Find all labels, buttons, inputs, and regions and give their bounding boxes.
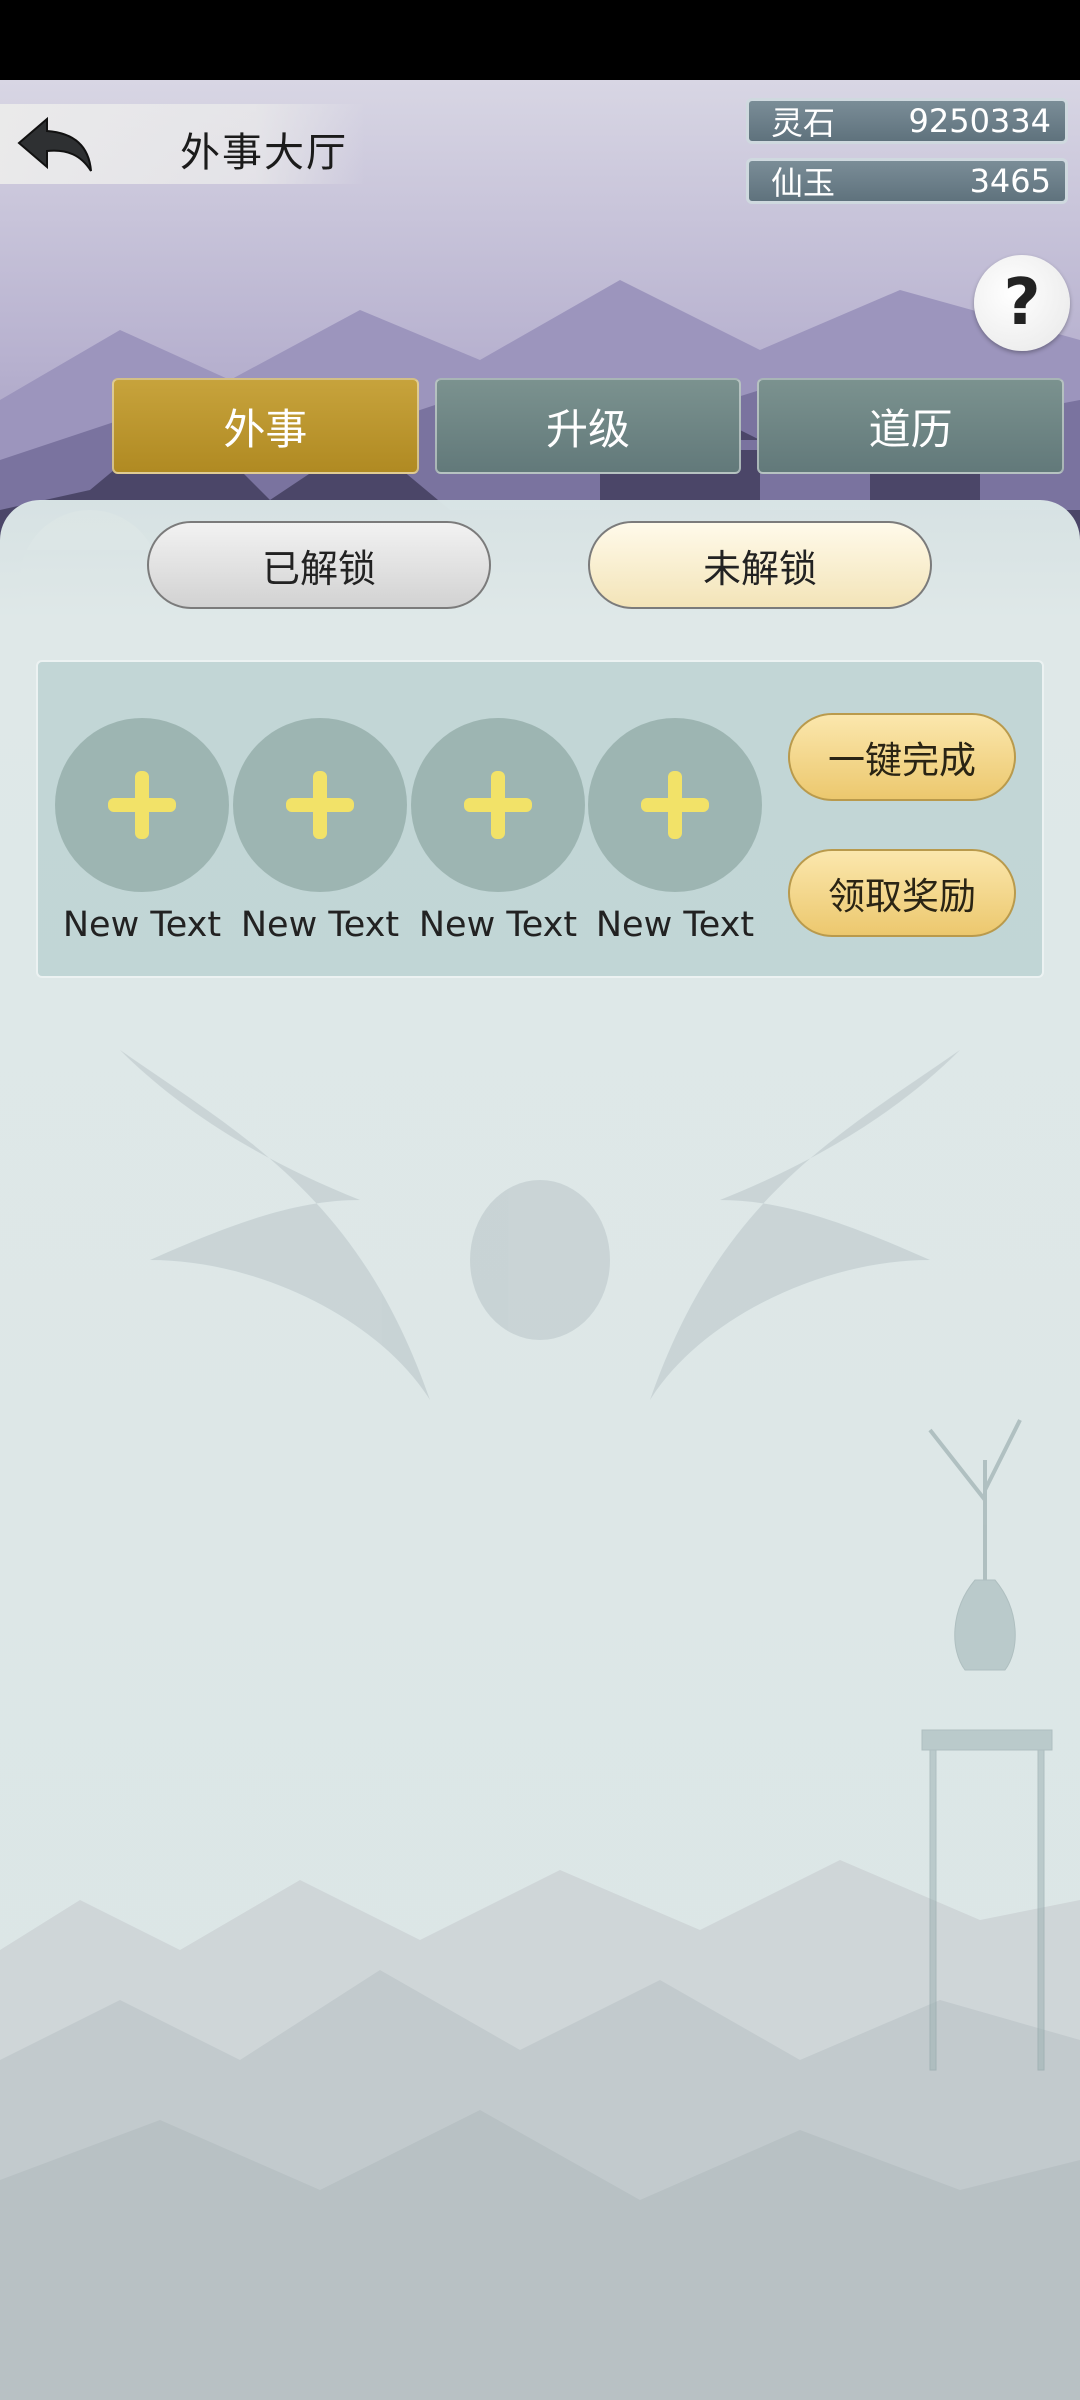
plus-icon — [108, 771, 176, 839]
tab-calendar[interactable]: 道历 — [757, 378, 1065, 474]
immortal-jade-label: 仙玉 — [771, 164, 836, 202]
slot-label: New Text — [62, 905, 222, 945]
add-slot-button[interactable] — [588, 718, 762, 892]
spirit-stone-value: 9250334 — [908, 102, 1051, 140]
claim-rewards-button[interactable]: 领取奖励 — [788, 849, 1016, 937]
tab-affairs[interactable]: 外事 — [112, 378, 419, 474]
header-bar: 外事大厅 — [0, 104, 365, 184]
status-bar — [0, 0, 1080, 80]
slot-label: New Text — [595, 905, 755, 945]
immortal-jade-value: 3465 — [969, 162, 1051, 200]
filter-unlocked-button[interactable]: 已解锁 — [147, 521, 491, 609]
back-button[interactable] — [12, 110, 98, 180]
tab-upgrade[interactable]: 升级 — [434, 378, 742, 474]
spirit-stone-counter: 灵石 9250334 — [746, 98, 1068, 144]
slot-label: New Text — [240, 905, 400, 945]
plus-icon — [464, 771, 532, 839]
immortal-jade-counter: 仙玉 3465 — [746, 158, 1068, 204]
add-slot-button[interactable] — [55, 718, 229, 892]
plus-icon — [286, 771, 354, 839]
spirit-stone-label: 灵石 — [771, 104, 836, 142]
complete-all-button[interactable]: 一键完成 — [788, 713, 1016, 801]
main-tabs: 外事 升级 道历 — [112, 378, 1065, 474]
back-arrow-icon — [17, 116, 92, 172]
plus-icon — [641, 771, 709, 839]
question-mark-icon: ? — [1003, 266, 1041, 340]
page-title: 外事大厅 — [180, 130, 348, 176]
add-slot-button[interactable] — [411, 718, 585, 892]
filter-locked-button[interactable]: 未解锁 — [588, 521, 932, 609]
slot-label: New Text — [418, 905, 578, 945]
add-slot-button[interactable] — [233, 718, 407, 892]
help-button[interactable]: ? — [974, 255, 1070, 351]
